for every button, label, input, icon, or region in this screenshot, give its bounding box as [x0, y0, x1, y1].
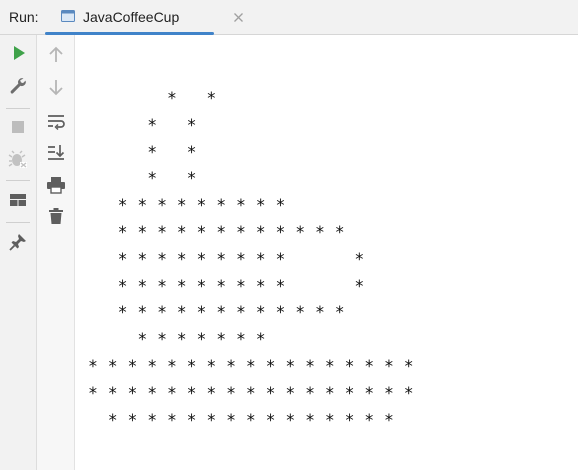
console-line: * * * * * * * * * *: [88, 276, 365, 296]
close-icon[interactable]: [233, 12, 244, 23]
console-line: * *: [88, 89, 217, 108]
toolbar-separator: [6, 108, 30, 109]
console-line: * * * * * * * * * * * * * * * * *: [88, 356, 414, 376]
trash-icon[interactable]: [46, 206, 66, 226]
console-toolbar: [37, 35, 75, 470]
print-icon[interactable]: [46, 175, 66, 195]
wrench-icon[interactable]: [8, 76, 28, 96]
console-line: * * * * * * * * * * * *: [88, 303, 345, 323]
console-line: * * * * * * * * * *: [88, 249, 365, 269]
console-line: * *: [88, 142, 197, 162]
console-line: * * * * * * * * * * * * * * * * *: [88, 383, 414, 403]
tab-title: JavaCoffeeCup: [83, 9, 180, 25]
tab-java-coffee-cup[interactable]: JavaCoffeeCup: [45, 0, 243, 35]
toolbar-separator: [6, 180, 30, 181]
console-line: * *: [88, 169, 197, 189]
console-output-text: * * * * * * * * * * * * * * * * * * * * …: [88, 86, 414, 434]
toolbar-separator: [6, 222, 30, 223]
soft-wrap-icon[interactable]: [46, 111, 66, 131]
console-window-icon: [61, 10, 75, 22]
console-line: * * * * * * *: [88, 330, 266, 350]
stop-icon[interactable]: [8, 117, 28, 137]
console-line: * * * * * * * * * * * * * * *: [88, 410, 394, 430]
run-label: Run:: [9, 9, 39, 25]
run-tool-window: Run: JavaCoffeeCup * * * * * * * * * * *…: [0, 0, 578, 470]
run-icon[interactable]: [9, 43, 29, 63]
scroll-to-end-icon[interactable]: [46, 142, 66, 162]
pin-icon[interactable]: [8, 232, 28, 252]
debug-bug-icon[interactable]: [8, 149, 28, 169]
run-header: Run: JavaCoffeeCup: [0, 0, 578, 35]
console-line: * * * * * * * * * * * *: [88, 222, 345, 242]
layout-icon[interactable]: [8, 190, 28, 210]
run-toolbar: [0, 35, 37, 470]
up-arrow-icon[interactable]: [46, 45, 66, 65]
console-line: * *: [88, 115, 197, 135]
console-line: * * * * * * * * *: [88, 196, 286, 216]
down-arrow-icon[interactable]: [46, 77, 66, 97]
